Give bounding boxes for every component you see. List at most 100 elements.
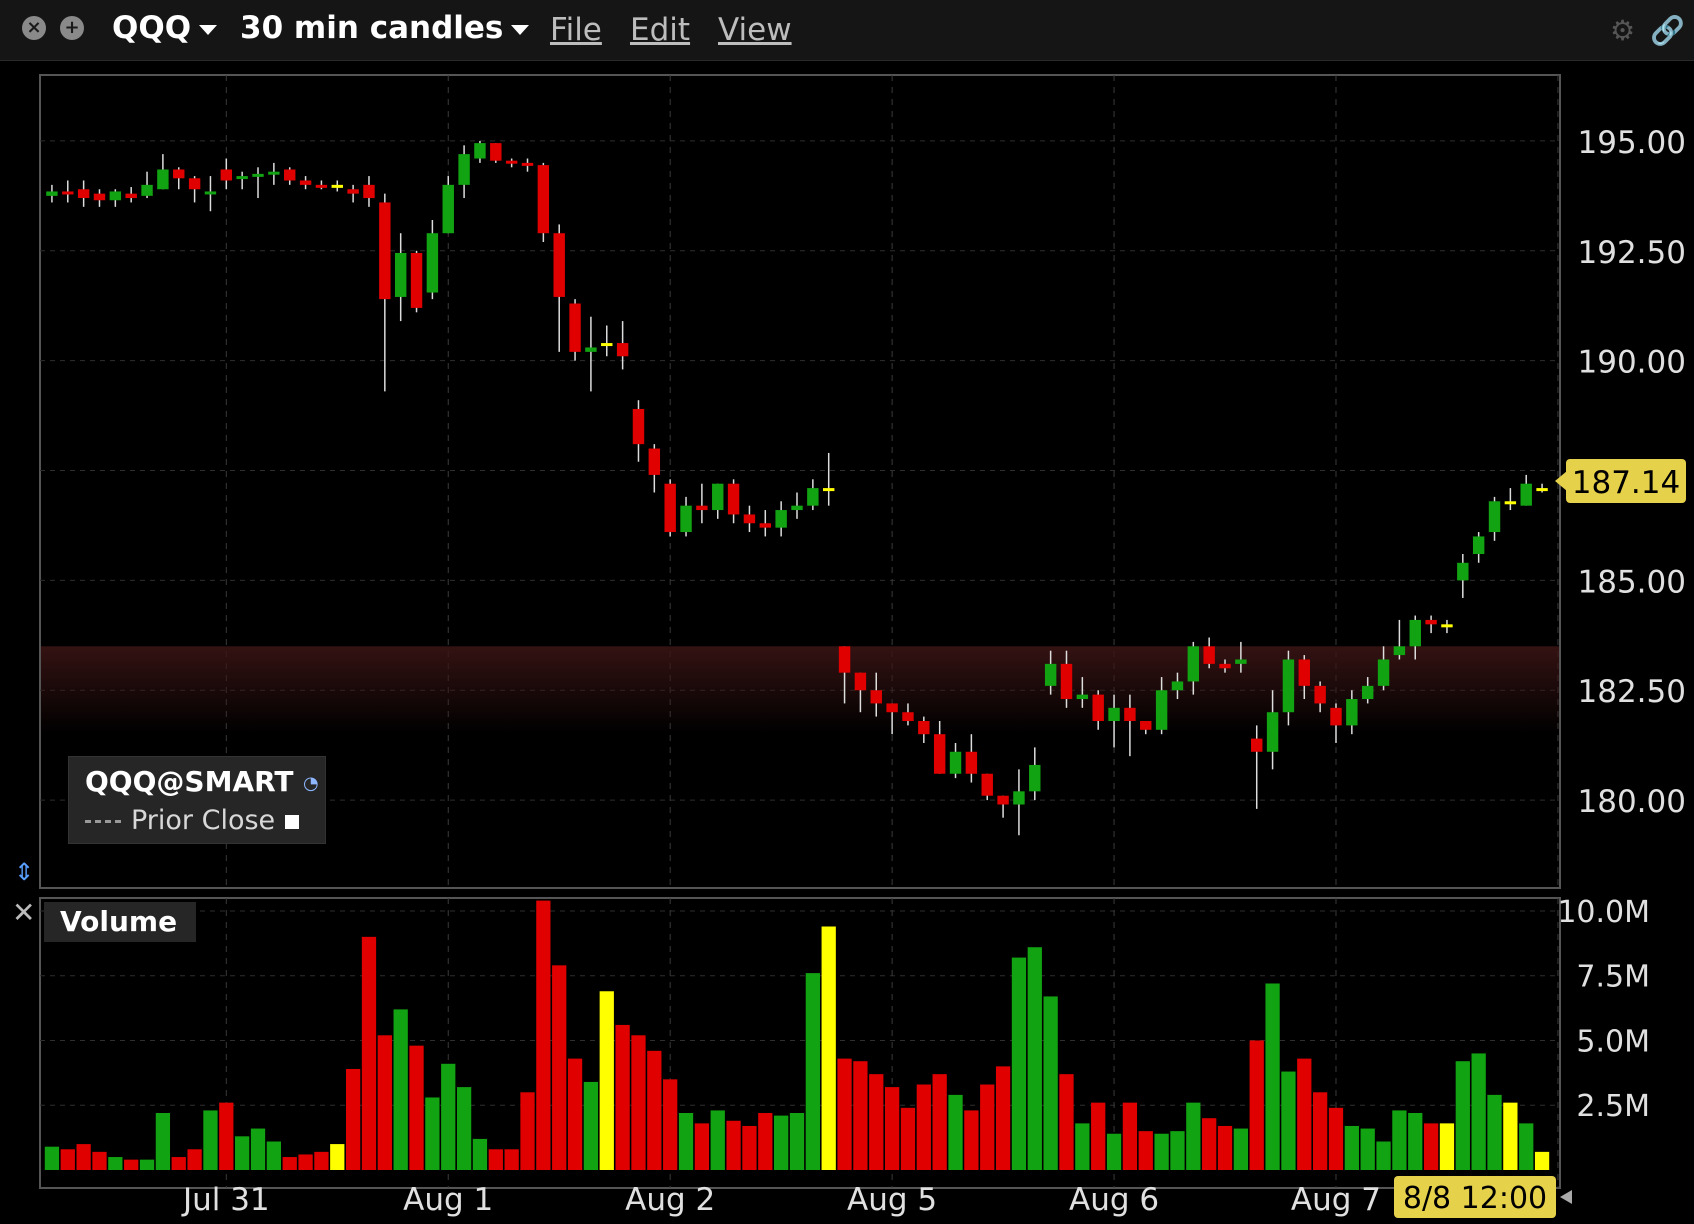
gear-icon[interactable]: ⚙ (1610, 14, 1635, 47)
volume-bar (298, 1154, 313, 1170)
legend-symbol: QQQ@SMART (85, 765, 294, 798)
candle-body (236, 176, 248, 180)
add-icon[interactable]: + (60, 16, 84, 40)
volume-bar (900, 1107, 916, 1170)
candle-body (77, 189, 90, 199)
candle-body (1472, 536, 1485, 555)
close-icon[interactable]: × (22, 16, 46, 40)
candle-body (394, 252, 407, 297)
volume-bar (425, 1097, 440, 1170)
square-icon (285, 814, 300, 829)
candle-body (1504, 501, 1517, 505)
candle-body (902, 712, 914, 722)
price-tick-label: 190.00 (1578, 345, 1686, 381)
time-tick-label: Aug 7 (1291, 1182, 1381, 1218)
volume-bar (694, 1123, 710, 1170)
candle-body (1092, 694, 1104, 722)
prior-close-label: Prior Close (131, 805, 276, 836)
prior-close-legend: Prior Close (85, 805, 300, 836)
volume-bar (187, 1149, 202, 1170)
volume-bar (710, 1110, 725, 1170)
volume-bar (948, 1094, 963, 1170)
candle-body (1171, 681, 1184, 691)
candle-body (838, 646, 851, 673)
volume-bar (1328, 1107, 1344, 1170)
candle-body (569, 303, 581, 352)
candle-body (315, 184, 328, 188)
candle-body (933, 734, 946, 774)
chart-area[interactable]: 195.00192.50190.00187.50185.00182.50180.… (0, 60, 1694, 1224)
candle-body (918, 721, 930, 735)
candle-body (284, 169, 296, 181)
candle-body (949, 751, 962, 774)
volume-bar (837, 1058, 852, 1170)
candle-body (585, 347, 597, 352)
volume-bar (615, 1024, 630, 1170)
time-cursor-text: 8/8 12:00 (1403, 1181, 1547, 1216)
interval-selector[interactable]: 30 min candles (240, 10, 530, 46)
candle-body (505, 160, 518, 164)
candle-body (1060, 663, 1073, 700)
time-tick-label: Aug 5 (847, 1182, 937, 1218)
volume-bar (203, 1110, 218, 1170)
candle-body (1346, 699, 1358, 726)
candle-body (775, 510, 787, 528)
volume-bar (409, 1045, 424, 1170)
chart-legend[interactable]: QQQ@SMART ◔ Prior Close (68, 756, 326, 844)
volume-panel-label: Volume (44, 902, 196, 942)
volume-bar (1043, 996, 1058, 1170)
arrow-left-icon (1560, 1190, 1572, 1204)
volume-bar (314, 1151, 329, 1170)
candle-body (521, 162, 534, 166)
price-tick-label: 192.50 (1578, 235, 1686, 271)
candle-body (601, 343, 613, 347)
close-panel-icon[interactable]: ✕ (12, 896, 35, 929)
candle-body (458, 154, 470, 185)
candle-body (1013, 791, 1025, 805)
candle-body (1330, 707, 1342, 726)
volume-bar (1519, 1123, 1534, 1170)
chevron-down-icon (511, 24, 530, 35)
volume-bar (1344, 1125, 1359, 1170)
volume-bar (726, 1120, 741, 1170)
volume-bar (599, 991, 614, 1170)
volume-bar (1313, 1092, 1328, 1170)
link-icon[interactable]: 🔗 (1650, 14, 1685, 47)
candle-body (157, 169, 169, 190)
candle-body (1377, 659, 1390, 686)
volume-bar (266, 1141, 281, 1170)
volume-bar (361, 936, 377, 1170)
candle-body (1076, 694, 1089, 700)
volume-bar (108, 1157, 123, 1170)
volume-bar (1297, 1058, 1312, 1170)
volume-bar (1408, 1113, 1423, 1170)
menu-file[interactable]: File (550, 12, 602, 48)
volume-bar (1202, 1118, 1217, 1170)
candle-body (188, 178, 201, 190)
volume-bar (1534, 1151, 1550, 1170)
symbol-selector[interactable]: QQQ (112, 10, 218, 46)
candle-body (1409, 619, 1421, 647)
candle-body (141, 184, 153, 196)
expand-vertical-icon[interactable]: ⇕ (14, 858, 34, 886)
menu-view[interactable]: View (718, 12, 792, 48)
candle-body (870, 690, 882, 704)
volume-tick-label: 5.0M (1576, 1024, 1650, 1059)
candle-body (822, 488, 835, 492)
volume-bar (1186, 1102, 1201, 1170)
volume-bar (853, 1061, 868, 1170)
volume-bar (932, 1074, 947, 1170)
candle-body (1124, 707, 1136, 722)
volume-bar (1059, 1074, 1074, 1170)
candle-body (299, 180, 312, 185)
time-tick-label: Aug 6 (1069, 1182, 1159, 1218)
candle-body (1536, 488, 1548, 492)
volume-bar (441, 1063, 456, 1170)
candle-body (1044, 663, 1057, 686)
price-tick-label: 185.00 (1578, 564, 1686, 600)
volume-bar (742, 1125, 757, 1170)
volume-bar (1376, 1141, 1391, 1170)
menu-edit[interactable]: Edit (630, 12, 690, 48)
candle-body (347, 189, 359, 194)
sync-icon: ◔ (303, 773, 319, 794)
